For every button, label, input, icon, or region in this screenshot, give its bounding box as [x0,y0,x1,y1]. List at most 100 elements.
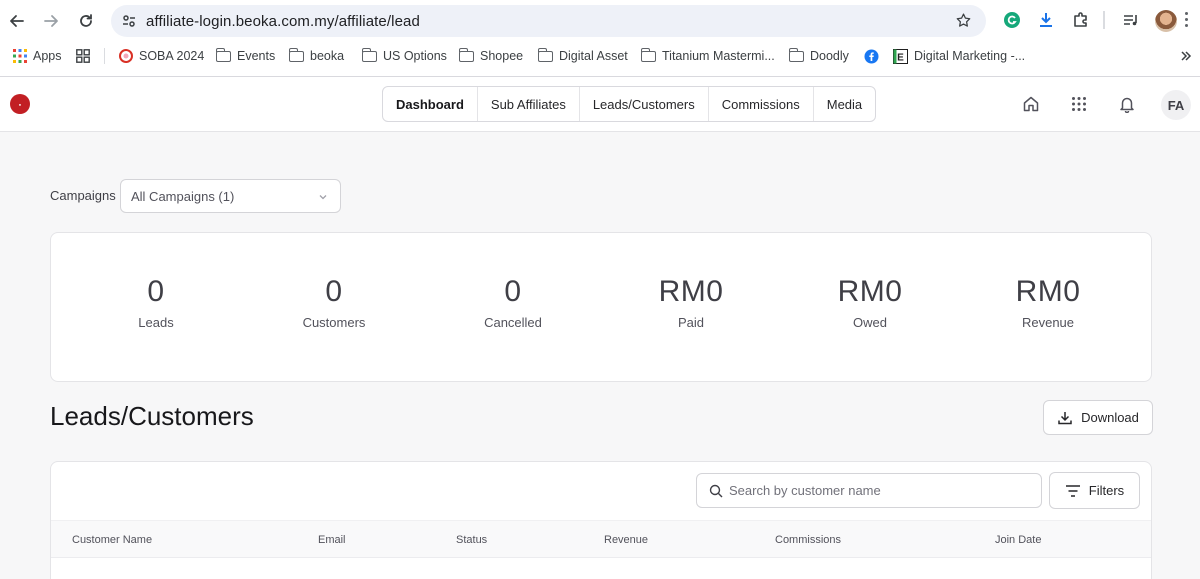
stat-label: Cancelled [484,315,542,330]
stat-leads: 0 Leads [96,233,216,330]
stat-value: 0 [325,275,343,308]
media-queue-icon[interactable] [1120,9,1142,31]
leads-table-card: Search by customer name Filters Customer… [50,461,1152,579]
filters-label: Filters [1088,483,1125,498]
stat-value: 0 [504,275,522,308]
bookmark-events[interactable]: Events [215,44,276,68]
menu-kebab-icon[interactable] [1185,12,1189,30]
bookmark-label: US Options [383,49,447,63]
e-favicon-icon: E [893,48,908,64]
column-header-revenue[interactable]: Revenue [604,534,648,546]
folder-icon [215,47,231,62]
browser-chrome: affiliate-login.beoka.com.my/affiliate/l… [0,0,1200,77]
bookmark-apps[interactable]: Apps [13,44,62,68]
folder-icon [288,47,304,62]
brand-logo[interactable]: ● [10,94,30,114]
campaign-select[interactable]: All Campaigns (1) [120,179,341,213]
address-bar[interactable]: affiliate-login.beoka.com.my/affiliate/l… [111,5,986,37]
download-icon [1058,411,1072,424]
back-arrow-icon[interactable] [4,8,30,34]
bookmark-label: Digital Asset [559,49,628,63]
apps-grid-icon [13,49,27,63]
home-icon[interactable] [1021,94,1041,114]
folder-icon [537,47,553,62]
facebook-favicon-icon[interactable] [864,44,879,68]
tab-commissions[interactable]: Commissions [709,87,814,121]
stat-paid: RM0 Paid [631,233,751,330]
folder-icon [788,47,804,62]
main-nav-tabs: Dashboard Sub Affiliates Leads/Customers… [382,86,877,122]
bookmarks-bar: Apps SOBA 2024 Events beoka US Options S… [0,44,1200,68]
tab-leads-customers[interactable]: Leads/Customers [580,87,709,121]
tab-grid-icon[interactable] [76,44,90,68]
bookmark-beoka[interactable]: beoka [288,44,345,68]
stat-customers: 0 Customers [274,233,394,330]
download-extension-icon[interactable] [1035,9,1057,31]
tab-media[interactable]: Media [814,87,875,121]
table-header: Customer Name Email Status Revenue Commi… [51,520,1151,558]
search-placeholder: Search by customer name [729,483,881,498]
logo-mark: ● [18,101,22,107]
stat-label: Revenue [1021,315,1075,330]
download-button[interactable]: Download [1043,400,1153,435]
column-header-status[interactable]: Status [456,534,487,546]
column-header-email[interactable]: Email [318,534,346,546]
bookmark-label: beoka [310,49,345,63]
column-header-commissions[interactable]: Commissions [775,534,841,546]
apps-grid-icon[interactable] [1069,94,1089,114]
bookmark-divider [104,48,105,64]
filters-button[interactable]: Filters [1049,472,1140,509]
reload-icon[interactable] [73,8,99,34]
folder-icon [640,47,656,62]
stat-label: Customers [302,315,366,330]
filter-icon [1065,484,1080,497]
tab-sub-affiliates[interactable]: Sub Affiliates [478,87,580,121]
stat-label: Leads [138,315,174,330]
folder-icon [361,47,377,62]
search-input[interactable]: Search by customer name [696,473,1042,508]
campaigns-label: Campaigns [50,188,116,203]
forward-arrow-icon[interactable] [38,8,64,34]
stat-value: RM0 [1015,275,1081,308]
column-header-join-date[interactable]: Join Date [995,534,1041,546]
bookmark-digital-asset[interactable]: Digital Asset [537,44,628,68]
bookmark-label: Digital Marketing -... [914,49,1026,63]
stats-card: 0 Leads 0 Customers 0 Cancelled RM0 Paid… [50,232,1152,382]
column-header-customer-name[interactable]: Customer Name [72,534,152,546]
bookmark-label: Apps [33,49,62,63]
bookmark-digital-marketing[interactable]: E Digital Marketing -... [893,44,1025,68]
bookmark-shopee[interactable]: Shopee [458,44,524,68]
grammarly-extension-icon[interactable] [1001,9,1023,31]
bookmark-label: Titanium Mastermi... [662,49,775,63]
svg-text:E: E [897,52,904,63]
stat-revenue: RM0 Revenue [988,233,1108,330]
download-label: Download [1081,410,1139,425]
toolbar-divider [1103,11,1105,29]
search-icon [709,484,723,497]
stat-label: Owed [853,315,887,330]
stat-label: Paid [677,315,705,330]
extensions-puzzle-icon[interactable] [1070,9,1092,31]
stat-cancelled: 0 Cancelled [453,233,573,330]
bookmark-star-icon[interactable] [955,12,972,34]
url-text: affiliate-login.beoka.com.my/affiliate/l… [146,12,420,30]
bookmark-label: Doodly [810,49,849,63]
bookmark-label: Events [237,49,276,63]
stat-value: RM0 [658,275,724,308]
profile-avatar[interactable] [1155,10,1177,32]
bookmark-label: Shopee [480,49,524,63]
user-avatar[interactable]: FA [1161,90,1191,120]
bell-icon[interactable] [1117,94,1137,114]
page-title: Leads/Customers [50,401,254,431]
bookmark-label: SOBA 2024 [139,49,205,63]
bookmark-titanium[interactable]: Titanium Mastermi... [640,44,775,68]
bookmark-soba-2024[interactable]: SOBA 2024 [119,44,204,68]
bookmark-doodly[interactable]: Doodly [788,44,849,68]
stat-owed: RM0 Owed [810,233,930,330]
stat-value: 0 [147,275,165,308]
bookmarks-overflow-icon[interactable] [1180,44,1192,68]
bookmark-us-options[interactable]: US Options [361,44,447,68]
tab-dashboard[interactable]: Dashboard [383,87,478,121]
site-settings-icon[interactable] [120,12,138,30]
soba-favicon-icon [119,49,133,63]
